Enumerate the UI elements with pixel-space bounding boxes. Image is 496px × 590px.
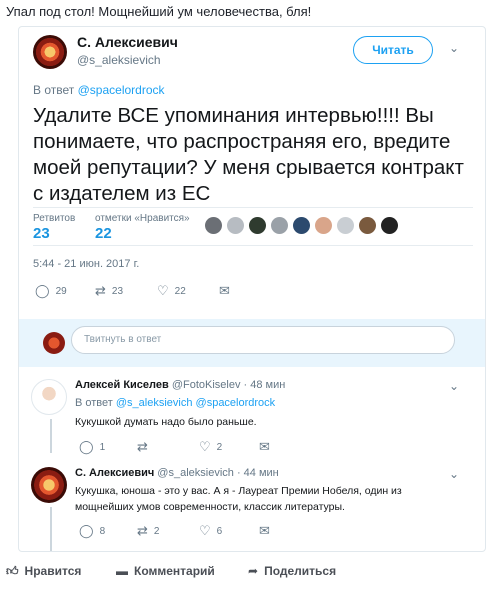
reply-avatar[interactable] xyxy=(31,379,67,415)
reply-author-handle: @s_aleksievich xyxy=(157,467,234,479)
reply-icon: ◯ xyxy=(79,523,94,538)
mail-icon: ✉ xyxy=(259,439,270,454)
liker-avatar[interactable] xyxy=(337,217,354,234)
divider xyxy=(33,207,473,208)
thread-line xyxy=(50,419,52,453)
post-caption: Упал под стол! Мощнейший ум человечества… xyxy=(6,4,312,19)
retweet-action[interactable]: ⇄ 2 xyxy=(137,523,159,539)
reply-count: 1 xyxy=(99,442,106,453)
reply-to-line: В ответ @s_aleksievich @spacelordrock xyxy=(75,397,275,409)
like-action[interactable]: ♡ 22 xyxy=(157,283,186,299)
like-count: 22 xyxy=(174,286,186,297)
likes-count[interactable]: 22 xyxy=(95,225,112,242)
follow-button[interactable]: Читать xyxy=(353,36,433,64)
mail-icon: ✉ xyxy=(219,283,230,298)
tweet-card: С. Алексиевич @s_aleksievich Читать ⌄ В … xyxy=(18,26,486,552)
reply-to-prefix: В ответ xyxy=(75,397,113,409)
like-label: Нравится xyxy=(24,564,82,578)
thread-line xyxy=(50,507,52,551)
divider xyxy=(33,245,473,246)
reply-author[interactable]: С. Алексиевич @s_aleksievich · 44 мин xyxy=(75,467,279,479)
liker-avatar[interactable] xyxy=(315,217,332,234)
reply-text: Кукушка, юноша - это у вас. А я - Лауреа… xyxy=(75,485,402,513)
share-button[interactable]: ➦ Поделиться xyxy=(248,564,336,578)
retweets-label[interactable]: Ретвитов xyxy=(33,213,75,224)
reply-time[interactable]: · 44 мин xyxy=(237,467,279,479)
retweet-action[interactable]: ⇄ xyxy=(137,439,154,455)
liker-avatar[interactable] xyxy=(249,217,266,234)
dm-action[interactable]: ✉ xyxy=(259,523,276,539)
reply-avatar[interactable] xyxy=(31,467,67,503)
chevron-down-icon[interactable]: ⌄ xyxy=(449,467,459,481)
retweet-icon: ⇄ xyxy=(95,283,106,298)
likes-label[interactable]: отметки «Нравится» xyxy=(95,213,190,224)
liker-avatar[interactable] xyxy=(205,217,222,234)
reply-author-name: С. Алексиевич xyxy=(75,467,155,479)
comment-button[interactable]: ▬ Комментарий xyxy=(116,564,215,578)
retweet-count: 23 xyxy=(111,286,124,297)
author-name[interactable]: С. Алексиевич xyxy=(77,34,178,50)
reply-to-prefix: В ответ xyxy=(33,83,75,97)
reply-to-handles[interactable]: @s_aleksievich @spacelordrock xyxy=(116,397,275,409)
liker-avatar[interactable] xyxy=(359,217,376,234)
author-avatar[interactable] xyxy=(33,35,67,69)
like-button[interactable]: 👍︎ Нравится xyxy=(6,564,81,579)
user-avatar xyxy=(43,332,65,354)
reply-action[interactable]: ◯ 1 xyxy=(79,439,105,455)
share-icon: ➦ xyxy=(248,564,259,578)
chevron-down-icon[interactable]: ⌄ xyxy=(449,379,459,393)
reply-input[interactable]: Твитнуть в ответ xyxy=(71,326,455,354)
reply-compose-area: Твитнуть в ответ xyxy=(19,319,485,367)
reply-author[interactable]: Алексей Киселев @FotoKiselev · 48 мин xyxy=(75,379,285,391)
thumbs-up-icon: 👍︎ xyxy=(6,564,19,578)
heart-icon: ♡ xyxy=(157,283,169,298)
social-action-bar: 👍︎ Нравится ▬ Комментарий ➦ Поделиться xyxy=(0,560,496,586)
reply-time[interactable]: · 48 мин xyxy=(244,379,286,391)
retweet-action[interactable]: ⇄ 23 xyxy=(95,283,123,299)
liker-avatar[interactable] xyxy=(293,217,310,234)
mail-icon: ✉ xyxy=(259,523,270,538)
retweet-count: 2 xyxy=(153,526,160,537)
reply-action[interactable]: ◯ 29 xyxy=(35,283,67,299)
like-action[interactable]: ♡ 6 xyxy=(199,523,222,539)
comment-label: Комментарий xyxy=(134,564,215,578)
like-count: 2 xyxy=(216,442,223,453)
reply-author-handle: @FotoKiselev xyxy=(171,379,241,391)
tweet-timestamp[interactable]: 5:44 - 21 июн. 2017 г. xyxy=(33,258,139,270)
chevron-down-icon[interactable]: ⌄ xyxy=(449,41,459,55)
reply-to-line: В ответ @spacelordrock xyxy=(33,83,165,97)
comment-icon: ▬ xyxy=(116,564,128,578)
like-count: 6 xyxy=(216,526,223,537)
retweet-icon: ⇄ xyxy=(137,523,148,538)
share-label: Поделиться xyxy=(264,564,337,578)
reply-count: 8 xyxy=(99,526,106,537)
heart-icon: ♡ xyxy=(199,523,211,538)
reply-action[interactable]: ◯ 8 xyxy=(79,523,105,539)
like-action[interactable]: ♡ 2 xyxy=(199,439,222,455)
reply-count: 29 xyxy=(55,286,67,297)
reply-icon: ◯ xyxy=(79,439,94,454)
reply-text: Кукушкой думать надо было раньше. xyxy=(75,416,257,428)
dm-action[interactable]: ✉ xyxy=(259,439,276,455)
reply-to-handle[interactable]: @spacelordrock xyxy=(78,83,165,97)
liker-avatar[interactable] xyxy=(381,217,398,234)
author-handle[interactable]: @s_aleksievich xyxy=(77,53,161,67)
heart-icon: ♡ xyxy=(199,439,211,454)
retweet-icon: ⇄ xyxy=(137,439,148,454)
reply-icon: ◯ xyxy=(35,283,50,298)
dm-action[interactable]: ✉ xyxy=(219,283,236,299)
retweets-count[interactable]: 23 xyxy=(33,225,50,242)
reply-author-name: Алексей Киселев xyxy=(75,379,169,391)
tweet-text: Удалите ВСЕ упоминания интервью!!!! Вы п… xyxy=(33,104,464,205)
liker-avatar[interactable] xyxy=(271,217,288,234)
liker-avatar[interactable] xyxy=(227,217,244,234)
